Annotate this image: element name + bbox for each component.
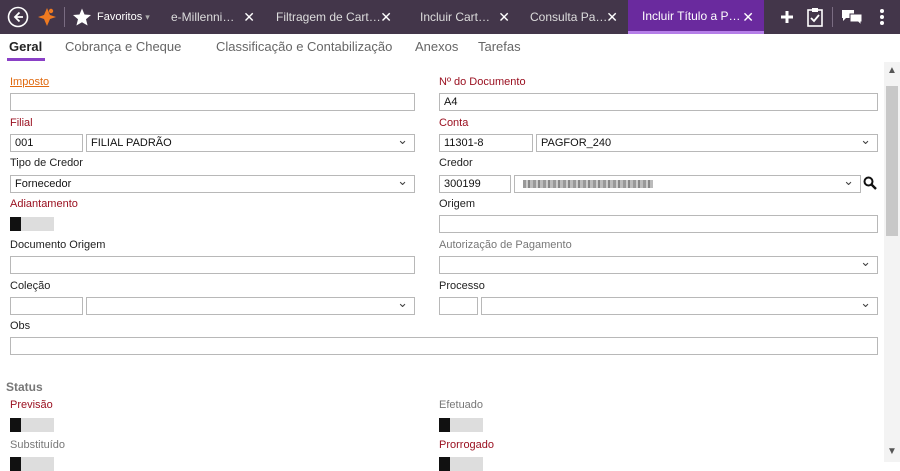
origem-field[interactable]: [439, 215, 878, 233]
tab-filtragem[interactable]: Filtragem de Cart… ✕: [270, 0, 398, 34]
tab-label: e-Millenni…: [171, 10, 235, 24]
tab-cobranca-cheque[interactable]: Cobrança e Cheque: [65, 39, 181, 54]
favorites-menu[interactable]: Favoritos ▾: [97, 0, 159, 34]
vertical-scrollbar[interactable]: ▲ ▼: [884, 62, 900, 462]
toggle-knob: [10, 418, 21, 432]
tab-tarefas[interactable]: Tarefas: [478, 39, 521, 54]
previsao-label: Previsão: [10, 399, 53, 411]
conta-code-field[interactable]: 11301-8: [439, 134, 533, 152]
tipo-credor-label: Tipo de Credor: [10, 157, 83, 169]
numero-documento-label: Nº do Documento: [439, 76, 526, 88]
close-icon[interactable]: ✕: [606, 9, 618, 26]
adiantamento-label: Adiantamento: [10, 198, 78, 210]
app-logo-icon[interactable]: [34, 0, 60, 34]
tipo-credor-value: Fornecedor: [15, 178, 72, 190]
substituido-toggle[interactable]: [10, 457, 54, 471]
obs-field[interactable]: [10, 337, 878, 355]
tab-e-millennium[interactable]: e-Millenni… ✕: [165, 0, 261, 34]
tab-classificacao[interactable]: Classificação e Contabilização: [216, 39, 392, 54]
chat-icon[interactable]: [838, 0, 866, 34]
redacted-credor-name: [523, 180, 653, 189]
star-icon[interactable]: [70, 0, 94, 34]
tab-label: Consulta Pa…: [530, 10, 608, 24]
tab-incluir-titulo[interactable]: Incluir Título a P… ✕: [628, 0, 764, 34]
colecao-code-field[interactable]: [10, 297, 83, 315]
tab-label: Incluir Título a P…: [642, 8, 741, 23]
search-icon[interactable]: [863, 176, 879, 192]
autorizacao-pagamento-label: Autorização de Pagamento: [439, 239, 572, 251]
processo-code-field[interactable]: [439, 297, 478, 315]
credor-code-field[interactable]: 300199: [439, 175, 511, 193]
favorites-label: Favoritos: [97, 11, 143, 23]
top-bar: Favoritos ▾ e-Millenni… ✕ Filtragem de C…: [0, 0, 900, 34]
close-icon[interactable]: ✕: [742, 9, 754, 26]
filial-label: Filial: [10, 117, 33, 129]
close-icon[interactable]: ✕: [498, 9, 510, 26]
status-section-title: Status: [6, 380, 43, 394]
imposto-label[interactable]: Imposto: [10, 76, 49, 88]
efetuado-toggle[interactable]: [439, 418, 483, 432]
chevron-down-icon[interactable]: ▼: [887, 446, 897, 457]
prorrogado-toggle[interactable]: [439, 457, 483, 471]
obs-label: Obs: [10, 320, 31, 332]
toggle-knob: [10, 217, 21, 231]
scrollbar-thumb[interactable]: [886, 86, 898, 236]
chevron-down-icon: ▾: [145, 11, 150, 22]
close-icon[interactable]: ✕: [243, 9, 255, 26]
tipo-credor-select[interactable]: Fornecedor: [10, 175, 415, 193]
conta-label: Conta: [439, 117, 469, 129]
numero-documento-field[interactable]: A4: [439, 93, 878, 111]
divider: [64, 7, 65, 27]
tab-label: Incluir Cart…: [420, 10, 491, 24]
colecao-label: Coleção: [10, 280, 51, 292]
tab-incluir-cart[interactable]: Incluir Cart… ✕: [414, 0, 516, 34]
tab-label: Filtragem de Cart…: [276, 10, 381, 24]
toggle-knob: [10, 457, 21, 471]
previsao-toggle[interactable]: [10, 418, 54, 432]
chevron-up-icon[interactable]: ▲: [887, 65, 897, 76]
filial-select[interactable]: FILIAL PADRÃO: [86, 134, 415, 152]
substituido-label: Substituído: [10, 439, 66, 451]
origem-label: Origem: [439, 198, 476, 210]
colecao-select[interactable]: [86, 297, 415, 315]
processo-select[interactable]: [481, 297, 878, 315]
conta-name: PAGFOR_240: [541, 137, 612, 149]
tab-consulta[interactable]: Consulta Pa… ✕: [524, 0, 624, 34]
filial-code-field[interactable]: 001: [10, 134, 83, 152]
autorizacao-pagamento-select[interactable]: [439, 256, 878, 274]
clipboard-check-icon[interactable]: [803, 0, 827, 34]
efetuado-label: Efetuado: [439, 399, 484, 411]
close-icon[interactable]: ✕: [380, 9, 392, 26]
divider: [832, 7, 833, 27]
tab-geral[interactable]: Geral: [9, 39, 42, 54]
documento-origem-label: Documento Origem: [10, 239, 106, 251]
back-icon[interactable]: [4, 0, 32, 34]
section-tabs: Geral Cobrança e Cheque Classificação e …: [0, 34, 900, 62]
toggle-knob: [439, 457, 450, 471]
credor-label: Credor: [439, 157, 473, 169]
imposto-field[interactable]: [10, 93, 415, 111]
tab-anexos[interactable]: Anexos: [415, 39, 458, 54]
documento-origem-field[interactable]: [10, 256, 415, 274]
adiantamento-toggle[interactable]: [10, 217, 54, 231]
credor-select[interactable]: [514, 175, 861, 193]
prorrogado-label: Prorrogado: [439, 439, 495, 451]
plus-icon[interactable]: [776, 0, 798, 34]
conta-select[interactable]: PAGFOR_240: [536, 134, 878, 152]
active-tab-indicator: [7, 58, 45, 61]
more-vert-icon[interactable]: [872, 0, 892, 34]
toggle-knob: [439, 418, 450, 432]
filial-name: FILIAL PADRÃO: [91, 137, 172, 149]
processo-label: Processo: [439, 280, 485, 292]
